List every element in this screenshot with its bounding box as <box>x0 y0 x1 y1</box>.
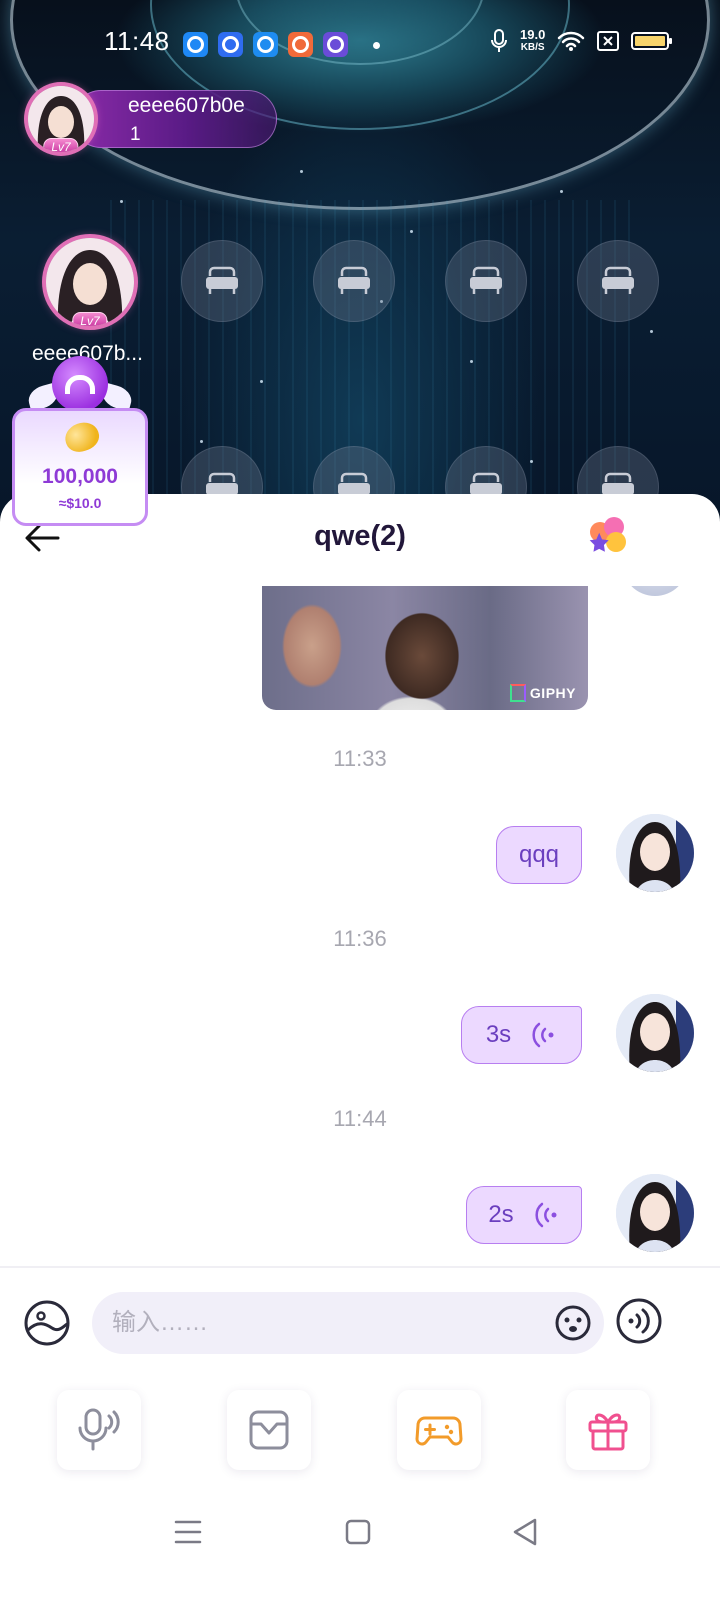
status-bar: 11:48 19.0 KB/S <box>0 18 720 70</box>
voice-message-bubble[interactable]: 3s <box>461 1006 582 1064</box>
host-seat[interactable]: Lv7 <box>38 232 142 332</box>
bean-coin-icon <box>61 418 103 456</box>
image-picker-icon[interactable] <box>22 1298 72 1348</box>
system-icons: 19.0 KB/S <box>490 28 673 54</box>
network-speed: 19.0 KB/S <box>520 28 545 54</box>
sender-avatar[interactable] <box>616 814 694 892</box>
avatar-face <box>616 814 694 892</box>
game-notification-icon <box>288 32 313 57</box>
level-badge: Lv7 <box>43 138 79 152</box>
system-navigation-bar <box>0 1496 720 1600</box>
sender-avatar[interactable] <box>622 586 688 596</box>
gamepad-icon <box>415 1416 463 1446</box>
network-speed-unit: KB/S <box>520 42 545 53</box>
back-nav-icon[interactable] <box>506 1514 546 1550</box>
divider <box>0 1266 720 1268</box>
network-speed-value: 19.0 <box>520 27 546 42</box>
no-sim-icon <box>597 31 620 51</box>
album-icon <box>249 1410 289 1450</box>
app-notification-icon <box>323 32 348 57</box>
text-message-bubble[interactable]: qqq <box>496 826 582 884</box>
gift-icon <box>588 1413 628 1451</box>
voice-duration: 3s <box>485 1021 512 1048</box>
sender-avatar[interactable] <box>616 1174 694 1252</box>
giphy-logo: GIPHY <box>510 684 576 702</box>
coin-balance-widget[interactable]: 100,000 ≈$10.0 <box>12 356 148 528</box>
host-chip[interactable]: Lv7 eeee607b0e 1 <box>20 80 277 160</box>
voice-duration: 2s <box>488 1201 514 1228</box>
gif-message-image[interactable]: GIPHY <box>262 586 588 710</box>
message-timestamp: 11:33 <box>333 746 387 771</box>
notification-icons <box>183 32 348 57</box>
gift-button[interactable] <box>566 1390 650 1470</box>
message-input[interactable] <box>112 1292 532 1354</box>
microphone-icon <box>78 1408 120 1451</box>
voice-message-bubble[interactable]: 2s <box>466 1186 582 1244</box>
message-list[interactable]: GIPHY 11:33 qqq 11:36 3s 11:44 2s <box>0 586 720 1266</box>
home-icon[interactable] <box>338 1514 378 1550</box>
game-button[interactable] <box>397 1390 481 1470</box>
more-notifications-dot <box>373 42 380 49</box>
avatar-face <box>616 994 694 1072</box>
message-input-box[interactable] <box>92 1292 604 1354</box>
qq-browser-notification-icon <box>253 32 278 57</box>
host-count: 1 <box>130 124 141 145</box>
app-notification-icon <box>183 32 208 57</box>
status-time: 11:48 <box>104 26 170 56</box>
host-avatar[interactable]: Lv7 <box>28 86 94 152</box>
microphone-button[interactable] <box>57 1390 141 1470</box>
sender-avatar[interactable] <box>616 994 694 1072</box>
empty-seat[interactable] <box>445 240 527 322</box>
microphone-icon <box>491 29 507 52</box>
wifi-icon <box>558 31 585 51</box>
mascot-icon <box>52 356 108 412</box>
baidu-notification-icon <box>218 32 243 57</box>
host-name: eeee607b0e <box>128 94 245 117</box>
voice-input-toggle-icon[interactable] <box>614 1296 664 1346</box>
recent-apps-icon[interactable] <box>168 1514 208 1550</box>
level-badge: Lv7 <box>72 312 108 326</box>
voice-wave-icon <box>532 1022 554 1048</box>
giphy-brand: GIPHY <box>529 685 576 701</box>
message-text: qqq <box>518 841 560 868</box>
emoji-icon[interactable] <box>554 1304 592 1342</box>
coin-usd-value: ≈$10.0 <box>58 495 102 511</box>
coin-card: 100,000 ≈$10.0 <box>12 408 148 526</box>
host-seat-avatar[interactable]: Lv7 <box>46 238 134 326</box>
group-members-icon[interactable] <box>586 514 630 558</box>
sofa-icon <box>602 266 634 294</box>
empty-seat[interactable] <box>577 240 659 322</box>
sofa-icon <box>338 266 370 294</box>
message-timestamp: 11:36 <box>333 926 387 951</box>
sofa-icon <box>206 266 238 294</box>
avatar-face <box>616 1174 694 1252</box>
empty-seat[interactable] <box>313 240 395 322</box>
battery-icon <box>631 32 673 50</box>
coin-amount: 100,000 <box>42 465 118 488</box>
empty-seat[interactable] <box>181 240 263 322</box>
album-button[interactable] <box>227 1390 311 1470</box>
message-timestamp: 11:44 <box>333 1106 387 1131</box>
voice-wave-icon <box>535 1202 557 1228</box>
sofa-icon <box>470 266 502 294</box>
